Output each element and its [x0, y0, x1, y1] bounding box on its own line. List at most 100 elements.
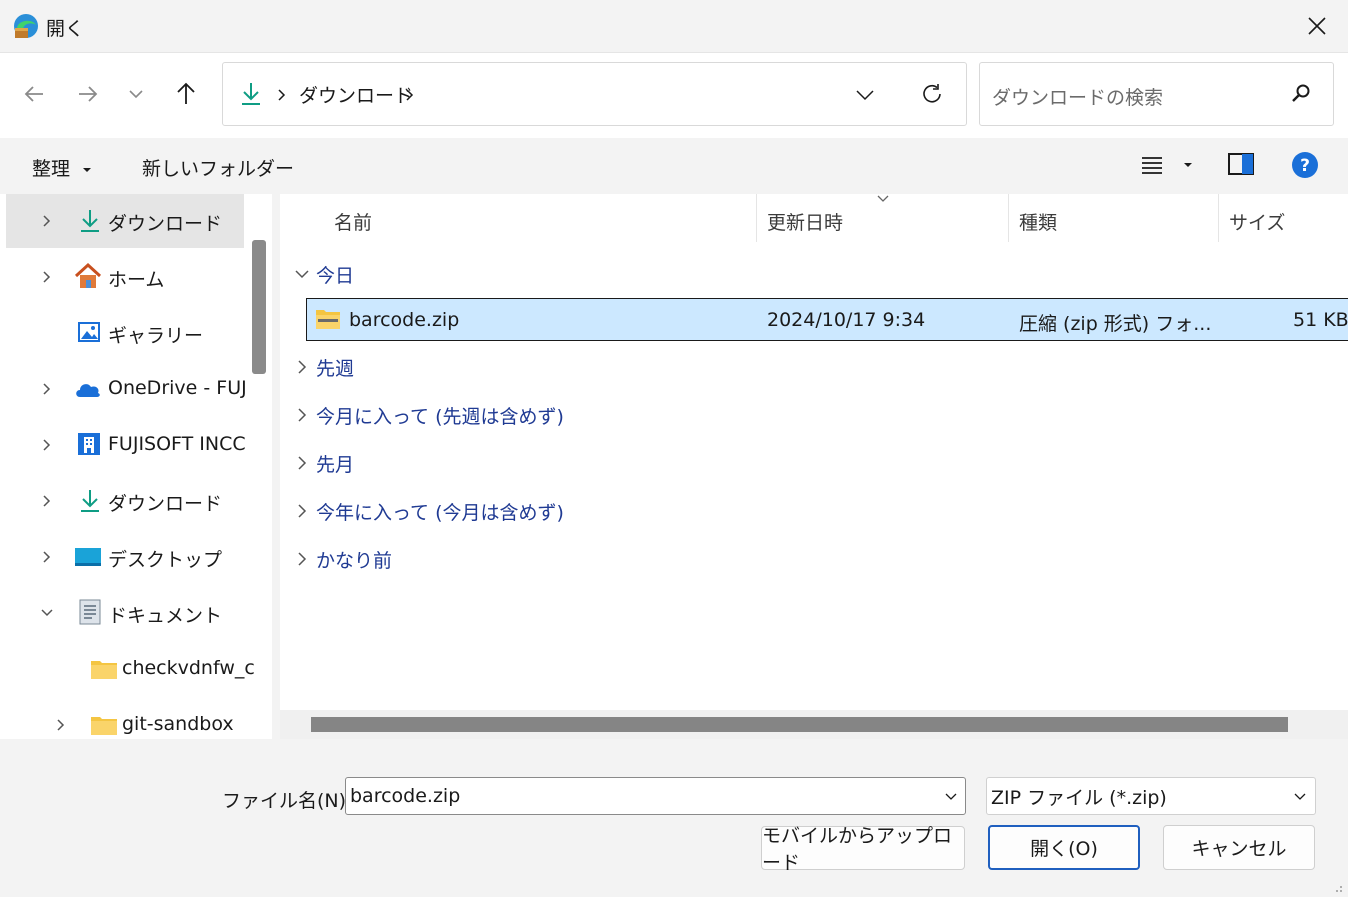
bottom-panel: [0, 739, 1348, 897]
file-list[interactable]: 名前 更新日時 種類 サイズ 今日 barcode.zip 2024/10/17…: [280, 194, 1348, 739]
sidebar-item-downloads-2[interactable]: ダウンロード: [6, 474, 244, 528]
sidebar-item-desktop[interactable]: デスクトップ: [6, 530, 244, 584]
chevron-right-icon: [298, 408, 307, 422]
chevron-down-icon[interactable]: [944, 792, 958, 802]
sidebar-item-label: ホーム: [108, 269, 165, 291]
address-bar[interactable]: ダウンロード: [222, 62, 967, 126]
arrow-right-icon: [79, 86, 98, 102]
upload-from-mobile-button[interactable]: モバイルからアップロード: [761, 825, 965, 874]
search-placeholder: ダウンロードの検索: [992, 87, 1164, 109]
chevron-right-icon[interactable]: [40, 438, 54, 452]
recent-locations-button[interactable]: [116, 74, 156, 114]
preview-pane-icon: [1228, 153, 1254, 175]
arrow-up-icon: [177, 82, 195, 104]
new-folder-button[interactable]: 新しいフォルダー: [142, 154, 294, 181]
refresh-button[interactable]: [921, 83, 943, 109]
svg-text:?: ?: [1300, 156, 1310, 176]
sidebar-item-onedrive[interactable]: OneDrive - FUJ: [6, 362, 247, 416]
desktop-icon: [75, 548, 101, 566]
sidebar-item-label: ドキュメント: [108, 605, 223, 627]
group-header-this-year[interactable]: 今年に入って (今月は含めず): [294, 495, 564, 527]
sidebar-item-downloads[interactable]: ダウンロード: [6, 194, 244, 248]
sidebar-item-label: デスクトップ: [108, 549, 223, 571]
breadcrumb-separator-icon[interactable]: [405, 87, 415, 106]
sidebar-item-documents[interactable]: ドキュメント: [6, 586, 244, 640]
filetype-value: ZIP ファイル (*.zip): [991, 786, 1167, 809]
sidebar-item-checkvdnfw[interactable]: checkvdnfw_c: [6, 642, 255, 696]
sidebar-item-home[interactable]: ホーム: [6, 250, 244, 304]
forward-button[interactable]: [68, 74, 108, 114]
preview-pane-button[interactable]: [1228, 153, 1254, 179]
refresh-icon: [923, 84, 941, 103]
download-icon: [239, 81, 263, 111]
gallery-icon: [78, 322, 100, 342]
cloud-icon: [76, 384, 100, 397]
breadcrumb-downloads[interactable]: ダウンロード: [299, 81, 413, 108]
up-button[interactable]: [166, 74, 206, 114]
view-options-button[interactable]: [1140, 154, 1193, 180]
sidebar-item-label: FUJISOFT INCC: [108, 433, 246, 455]
navigation-pane[interactable]: ダウンロード ホーム ギャラリー OneDrive - FUJ FUJISOFT…: [0, 194, 272, 739]
sidebar-scrollbar[interactable]: [252, 240, 266, 374]
list-view-icon: [1142, 157, 1162, 174]
sidebar-item-label: ダウンロード: [108, 213, 223, 235]
sidebar-item-label: git-sandbox: [122, 713, 234, 735]
horizontal-scrollbar-thumb[interactable]: [311, 717, 1288, 732]
organize-button[interactable]: 整理: [32, 154, 92, 181]
sidebar-item-gallery[interactable]: ギャラリー: [6, 306, 244, 360]
chevron-down-icon: [295, 270, 309, 279]
open-button[interactable]: 開く(O): [988, 825, 1140, 870]
column-header-date[interactable]: 更新日時: [767, 208, 843, 235]
group-label: 先週: [316, 357, 355, 380]
document-icon: [79, 599, 101, 625]
group-header-this-month[interactable]: 今月に入って (先週は含めず): [294, 399, 564, 431]
sidebar-item-fujisoft[interactable]: FUJISOFT INCC: [6, 418, 246, 472]
chevron-right-icon[interactable]: [40, 550, 54, 564]
search-input[interactable]: ダウンロードの検索: [979, 62, 1334, 126]
filename-input[interactable]: barcode.zip: [345, 777, 966, 815]
address-history-button[interactable]: [855, 87, 875, 106]
chevron-right-icon[interactable]: [40, 494, 54, 508]
chevron-right-icon: [298, 552, 307, 566]
file-size: 51 KB: [1293, 309, 1348, 331]
help-button[interactable]: ?: [1291, 151, 1319, 183]
chevron-down-icon[interactable]: [40, 606, 54, 620]
column-header-size[interactable]: サイズ: [1229, 208, 1285, 235]
resize-grip-icon[interactable]: [1330, 880, 1344, 894]
filename-label: ファイル名(N):: [222, 790, 353, 812]
chevron-right-icon[interactable]: [40, 382, 54, 396]
caret-down-icon: [1184, 163, 1193, 167]
group-header-last-month[interactable]: 先月: [294, 447, 354, 479]
sidebar-item-label: OneDrive - FUJ: [108, 377, 247, 399]
close-icon: [1308, 17, 1326, 35]
filetype-select[interactable]: ZIP ファイル (*.zip): [986, 777, 1316, 815]
group-label: かなり前: [316, 549, 393, 572]
sidebar-item-git-sandbox[interactable]: git-sandbox: [6, 698, 244, 739]
file-row[interactable]: barcode.zip 2024/10/17 9:34 圧縮 (zip 形式) …: [306, 298, 1348, 341]
group-header-long-ago[interactable]: かなり前: [294, 543, 392, 575]
group-label: 今月に入って (先週は含めず): [316, 405, 564, 428]
download-icon: [81, 210, 99, 232]
zip-folder-icon: [316, 310, 340, 329]
help-icon: ?: [1292, 152, 1318, 178]
chevron-right-icon[interactable]: [54, 718, 68, 732]
arrow-left-icon: [24, 86, 43, 102]
chevron-right-icon[interactable]: [40, 270, 54, 284]
search-icon: [1290, 83, 1312, 109]
home-icon: [74, 262, 102, 288]
column-header-name[interactable]: 名前: [334, 208, 372, 235]
back-button[interactable]: [14, 74, 54, 114]
chevron-right-icon[interactable]: [40, 214, 54, 228]
file-type: 圧縮 (zip 形式) フォ...: [1019, 313, 1212, 335]
close-button[interactable]: [1292, 4, 1342, 48]
chevron-down-icon: [1294, 793, 1306, 800]
column-separator: [1218, 194, 1219, 242]
column-header-type[interactable]: 種類: [1019, 208, 1057, 235]
folder-icon: [91, 661, 117, 679]
download-icon: [81, 490, 99, 512]
group-header-today[interactable]: 今日: [294, 258, 354, 290]
chevron-down-icon: [856, 90, 874, 101]
group-header-last-week[interactable]: 先週: [294, 351, 354, 383]
building-icon: [78, 433, 100, 455]
cancel-button[interactable]: キャンセル: [1163, 825, 1315, 870]
